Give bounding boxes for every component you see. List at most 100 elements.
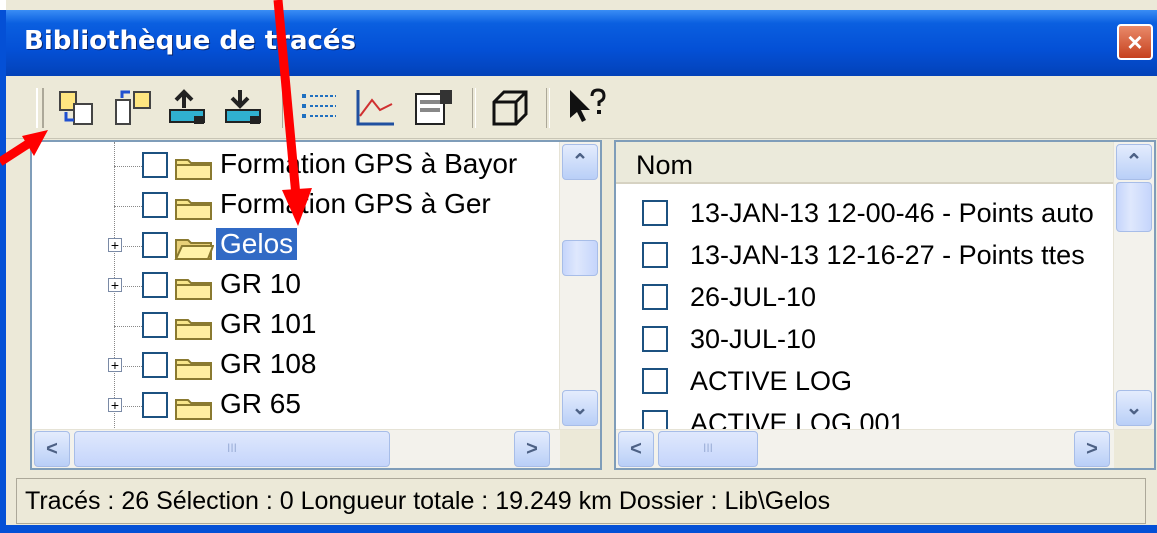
scroll-right-button[interactable]: > bbox=[1074, 431, 1110, 467]
tree-horizontal-scrollbar[interactable]: < III > bbox=[32, 429, 600, 468]
scrollbar-corner bbox=[560, 430, 600, 468]
scroll-thumb[interactable] bbox=[562, 240, 598, 276]
help-pointer-icon bbox=[570, 88, 606, 122]
window-border-bottom bbox=[0, 525, 1157, 533]
list-horizontal-scrollbar[interactable]: < III > bbox=[616, 429, 1154, 468]
properties-icon bbox=[415, 90, 452, 125]
checkbox[interactable] bbox=[642, 284, 668, 310]
track-name: 26-JUL-10 bbox=[690, 282, 817, 312]
toolbar bbox=[6, 76, 1157, 139]
library-window: Bibliothèque de tracés × Formation GPS à… bbox=[6, 0, 1157, 533]
folder-icon bbox=[175, 279, 212, 300]
track-name: 30-JUL-10 bbox=[690, 324, 817, 354]
scroll-up-button[interactable]: ⌃ bbox=[1116, 144, 1152, 180]
tree-item[interactable]: + GR 65 bbox=[108, 386, 560, 426]
window-title: Bibliothèque de tracés bbox=[24, 26, 357, 56]
folder-icon bbox=[175, 159, 212, 180]
tree-item[interactable]: + GR 108 bbox=[108, 346, 560, 386]
profile-graph-button[interactable] bbox=[352, 86, 400, 130]
checkbox[interactable] bbox=[142, 352, 168, 378]
tree-item-label: GR 10 bbox=[220, 268, 301, 299]
scroll-thumb[interactable]: III bbox=[658, 431, 758, 467]
properties-button[interactable] bbox=[410, 86, 458, 130]
folder-icon bbox=[175, 199, 212, 220]
new-folder-button[interactable] bbox=[108, 86, 156, 130]
track-name: ACTIVE LOG 001 bbox=[690, 408, 905, 430]
new-library-button[interactable] bbox=[54, 86, 102, 130]
checkbox[interactable] bbox=[642, 326, 668, 352]
folder-tree: Formation GPS à Bayor Formation GPS à Ger… bbox=[32, 142, 560, 430]
tree-item-label: Formation GPS à Ger bbox=[220, 188, 491, 219]
track-name: 13-JAN-13 12-16-27 - Points ttes bbox=[690, 240, 1085, 270]
scroll-left-button[interactable]: < bbox=[34, 431, 70, 467]
tree-vertical-scrollbar[interactable]: ⌃ ⌄ bbox=[559, 142, 600, 430]
tree-item-label: Gelos bbox=[216, 228, 298, 260]
download-icon bbox=[225, 90, 261, 124]
title-bar[interactable]: Bibliothèque de tracés × bbox=[6, 10, 1157, 76]
tree-item[interactable]: Formation GPS à Ger bbox=[114, 186, 560, 226]
scroll-right-button[interactable]: > bbox=[514, 431, 550, 467]
checkbox[interactable] bbox=[142, 272, 168, 298]
new-library-icon bbox=[59, 91, 93, 125]
3d-view-button[interactable] bbox=[486, 86, 534, 130]
checkbox[interactable] bbox=[142, 232, 168, 258]
track-row[interactable]: 13-JAN-13 12-16-27 - Points ttes bbox=[632, 234, 1114, 276]
track-row[interactable]: 26-JUL-10 bbox=[632, 276, 1114, 318]
upload-icon bbox=[169, 89, 205, 124]
scroll-up-button[interactable]: ⌃ bbox=[562, 144, 598, 180]
help-pointer-button[interactable] bbox=[562, 86, 610, 130]
3d-view-icon bbox=[492, 90, 528, 126]
checkbox[interactable] bbox=[142, 152, 168, 178]
expand-toggle[interactable]: + bbox=[108, 278, 122, 292]
profile-graph-icon bbox=[356, 90, 394, 126]
new-folder-icon bbox=[115, 90, 151, 125]
tree-item-label: Formation GPS à Bayor bbox=[220, 148, 518, 179]
track-name: ACTIVE LOG bbox=[690, 366, 853, 396]
scroll-down-button[interactable]: ⌄ bbox=[562, 390, 598, 426]
close-button[interactable]: × bbox=[1117, 24, 1153, 60]
tree-item[interactable]: + Gelos bbox=[108, 226, 560, 266]
list-vertical-scrollbar[interactable]: ⌃ ⌄ bbox=[1113, 142, 1154, 430]
track-list: 13-JAN-13 12-00-46 - Points auto 13-JAN-1… bbox=[616, 184, 1114, 430]
tree-item[interactable]: Formation GPS à Bayor bbox=[114, 146, 560, 186]
checkbox[interactable] bbox=[642, 410, 668, 430]
expand-toggle[interactable]: + bbox=[108, 238, 122, 252]
scroll-left-button[interactable]: < bbox=[618, 431, 654, 467]
pane-splitter[interactable] bbox=[602, 140, 614, 470]
toolbar-separator bbox=[546, 88, 550, 128]
column-header-name[interactable]: Nom bbox=[616, 142, 1114, 184]
checkbox[interactable] bbox=[142, 192, 168, 218]
expand-toggle[interactable]: + bbox=[108, 358, 122, 372]
scroll-thumb[interactable] bbox=[1116, 182, 1152, 232]
folder-icon bbox=[175, 359, 212, 380]
tree-item-label: GR 108 bbox=[220, 348, 317, 379]
scrollbar-corner bbox=[1114, 430, 1154, 468]
column-header-label: Nom bbox=[636, 150, 694, 180]
tree-item[interactable]: GR 101 bbox=[114, 306, 560, 346]
toolbar-separator bbox=[282, 88, 286, 128]
expand-toggle[interactable]: + bbox=[108, 398, 122, 412]
checkbox[interactable] bbox=[142, 312, 168, 338]
track-row[interactable]: ACTIVE LOG 001 bbox=[632, 402, 1114, 430]
tree-item[interactable]: + GR 10 bbox=[108, 266, 560, 306]
toolbar-separator bbox=[472, 88, 476, 128]
toolbar-grip[interactable] bbox=[36, 88, 44, 128]
track-row[interactable]: ACTIVE LOG bbox=[632, 360, 1114, 402]
track-name: 13-JAN-13 12-00-46 - Points auto bbox=[690, 198, 1094, 228]
folder-icon bbox=[175, 399, 212, 420]
download-button[interactable] bbox=[220, 86, 268, 130]
status-bar: Tracés : 26 Sélection : 0 Longueur total… bbox=[16, 478, 1146, 524]
checkbox[interactable] bbox=[642, 242, 668, 268]
checkbox[interactable] bbox=[642, 368, 668, 394]
checkbox[interactable] bbox=[142, 392, 168, 418]
folder-tree-pane[interactable]: Formation GPS à Bayor Formation GPS à Ger… bbox=[30, 140, 602, 470]
track-row[interactable]: 30-JUL-10 bbox=[632, 318, 1114, 360]
track-list-pane[interactable]: Nom 13-JAN-13 12-00-46 - Points auto 13-J… bbox=[614, 140, 1156, 470]
track-row[interactable]: 13-JAN-13 12-00-46 - Points auto bbox=[632, 192, 1114, 234]
checkbox[interactable] bbox=[642, 200, 668, 226]
folder-icon bbox=[175, 319, 212, 340]
upload-button[interactable] bbox=[164, 86, 212, 130]
scroll-thumb[interactable]: III bbox=[74, 431, 390, 467]
list-view-button[interactable] bbox=[296, 86, 344, 130]
scroll-down-button[interactable]: ⌄ bbox=[1116, 390, 1152, 426]
